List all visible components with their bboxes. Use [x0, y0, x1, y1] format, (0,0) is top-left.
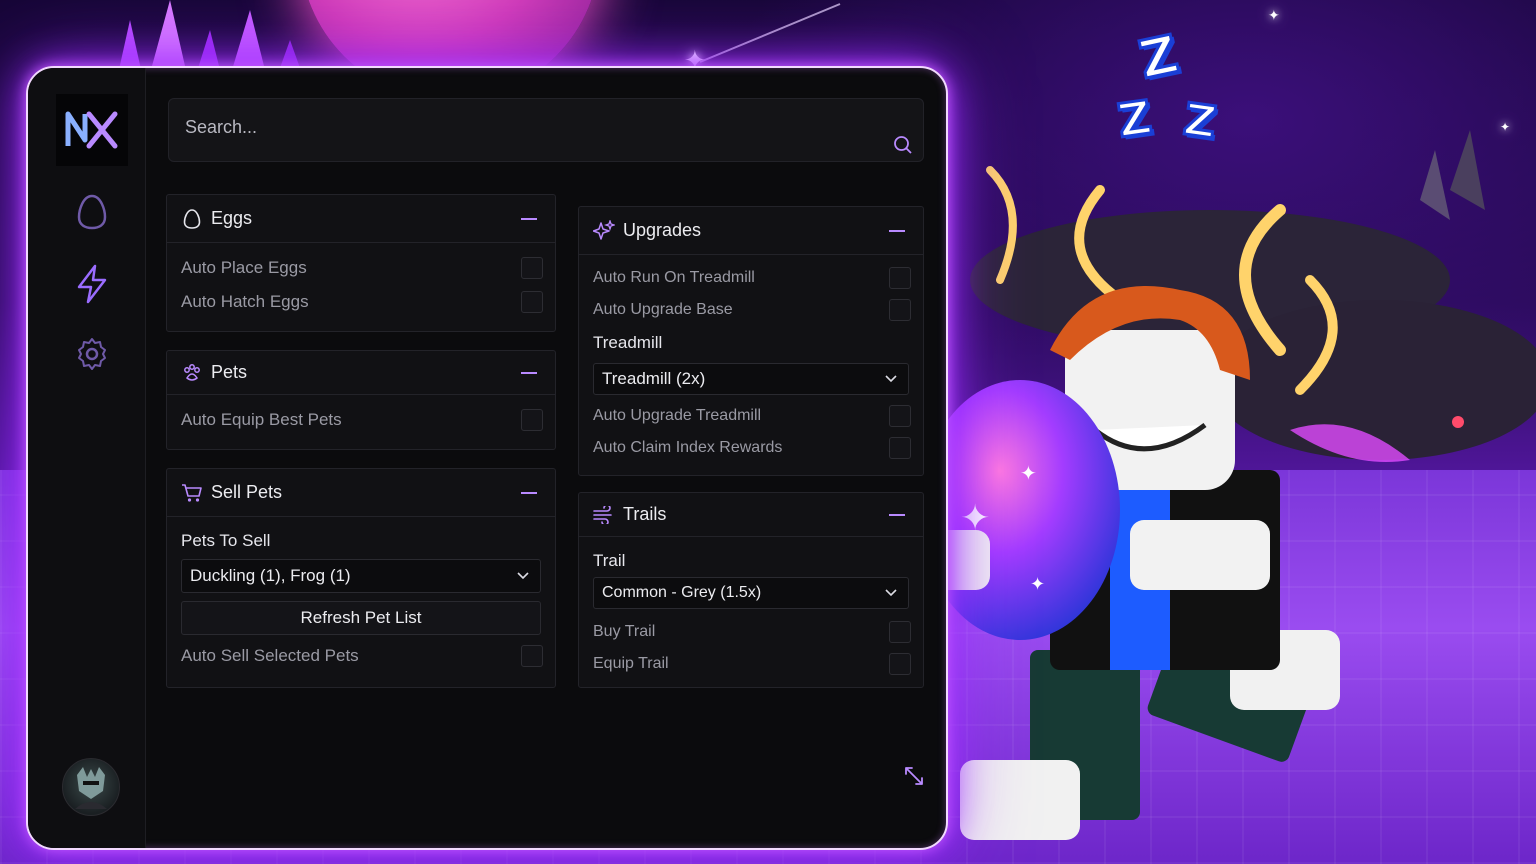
main-content: Eggs Auto Place Eggs Auto Hatch Eggs Pet… [146, 68, 946, 848]
egg-icon [181, 208, 203, 230]
lightning-icon [77, 264, 107, 304]
pets-to-sell-dropdown[interactable]: Duckling (1), Frog (1) [181, 559, 541, 593]
auto-upgrade-base-checkbox[interactable] [889, 299, 911, 321]
toggle-label: Auto Claim Index Rewards [593, 439, 783, 456]
treadmill-label: Treadmill [593, 333, 663, 352]
sparkles-icon [593, 219, 615, 242]
toggle-label: Auto Equip Best Pets [181, 410, 342, 429]
sparkle-star: ✦ [1268, 8, 1280, 24]
toggle-label: Auto Run On Treadmill [593, 269, 755, 286]
eggs-panel-title: Eggs [211, 208, 253, 228]
pets-panel: Pets Auto Equip Best Pets [166, 350, 556, 450]
script-hub-window: Eggs Auto Place Eggs Auto Hatch Eggs Pet… [26, 66, 948, 850]
upgrades-panel-header[interactable]: Upgrades [579, 207, 923, 255]
gear-icon [78, 338, 106, 370]
auto-hatch-eggs-checkbox[interactable] [521, 291, 543, 313]
refresh-pet-list-button[interactable]: Refresh Pet List [181, 601, 541, 635]
nx-logo-icon [65, 111, 118, 149]
auto-run-on-treadmill-checkbox[interactable] [889, 267, 911, 289]
toggle-label: Equip Trail [593, 655, 669, 672]
search-icon[interactable] [893, 135, 913, 159]
dropdown-value: Common - Grey (1.5x) [602, 584, 762, 601]
upgrades-panel-title: Upgrades [623, 220, 702, 240]
auto-place-eggs-checkbox[interactable] [521, 257, 543, 279]
dropdown-value: Treadmill (2x) [602, 369, 706, 388]
toggle-row[interactable]: Buy Trail [593, 619, 911, 645]
equip-trail-checkbox[interactable] [889, 653, 911, 675]
toggle-row[interactable]: Auto Place Eggs [181, 255, 543, 281]
collapse-icon[interactable] [521, 217, 537, 220]
auto-equip-best-pets-checkbox[interactable] [521, 409, 543, 431]
sidebar [28, 68, 146, 848]
treadmill-dropdown[interactable]: Treadmill (2x) [593, 363, 909, 395]
svg-text:✦: ✦ [1030, 574, 1045, 595]
dropdown-value: Duckling (1), Frog (1) [190, 566, 351, 585]
toggle-row[interactable]: Auto Claim Index Rewards [593, 435, 911, 461]
trails-panel: Trails Trail Common - Grey (1.5x) Buy Tr… [578, 492, 924, 688]
wind-icon [593, 504, 615, 526]
sidebar-item-eggs[interactable] [72, 192, 112, 232]
nx-logo [56, 94, 128, 166]
toggle-row[interactable]: Auto Hatch Eggs [181, 289, 543, 315]
toggle-label: Auto Place Eggs [181, 258, 307, 277]
search-input[interactable] [169, 99, 923, 161]
user-avatar[interactable] [62, 758, 120, 816]
toggle-label: Auto Sell Selected Pets [181, 646, 359, 665]
toggle-row[interactable]: Auto Sell Selected Pets [181, 643, 543, 669]
chevron-down-icon [885, 375, 897, 383]
toggle-row[interactable]: Auto Run On Treadmill [593, 265, 911, 291]
collapse-icon[interactable] [521, 491, 537, 494]
collapse-icon[interactable] [521, 371, 537, 374]
trail-label: Trail [593, 551, 626, 570]
roblox-character-holding-egg: ✦ ✦ ✦ [910, 286, 1340, 840]
toggle-row[interactable]: Auto Upgrade Base [593, 297, 911, 323]
trails-panel-header[interactable]: Trails [579, 493, 923, 537]
sidebar-item-settings[interactable] [72, 334, 112, 374]
toggle-label: Auto Hatch Eggs [181, 292, 309, 311]
eggs-panel: Eggs Auto Place Eggs Auto Hatch Eggs [166, 194, 556, 332]
resize-icon[interactable] [902, 764, 926, 792]
toggle-row[interactable]: Auto Upgrade Treadmill [593, 403, 911, 429]
search-bar [168, 98, 924, 162]
auto-sell-selected-pets-checkbox[interactable] [521, 645, 543, 667]
toggle-row[interactable]: Auto Equip Best Pets [181, 407, 543, 433]
egg-icon [77, 194, 107, 230]
buy-trail-checkbox[interactable] [889, 621, 911, 643]
upgrades-panel: Upgrades Auto Run On Treadmill Auto Upgr… [578, 206, 924, 476]
svg-text:✦: ✦ [1020, 461, 1037, 485]
paw-icon [181, 362, 203, 384]
toggle-label: Auto Upgrade Base [593, 301, 733, 318]
sell-pets-panel-header[interactable]: Sell Pets [167, 469, 555, 517]
sleep-z: Z [1133, 23, 1185, 93]
pets-to-sell-label: Pets To Sell [181, 531, 271, 550]
toggle-label: Auto Upgrade Treadmill [593, 407, 762, 424]
pets-panel-header[interactable]: Pets [167, 351, 555, 395]
sell-pets-panel-title: Sell Pets [211, 482, 283, 502]
chevron-down-icon [517, 572, 529, 580]
pets-panel-title: Pets [211, 362, 248, 382]
collapse-icon[interactable] [889, 229, 905, 232]
shooting-star [699, 3, 841, 63]
auto-upgrade-treadmill-checkbox[interactable] [889, 405, 911, 427]
eggs-panel-header[interactable]: Eggs [167, 195, 555, 243]
cart-icon [181, 482, 203, 504]
chevron-down-icon [885, 589, 897, 597]
collapse-icon[interactable] [889, 513, 905, 516]
sell-pets-panel: Sell Pets Pets To Sell Duckling (1), Fro… [166, 468, 556, 688]
toggle-label: Buy Trail [593, 623, 656, 640]
auto-claim-index-rewards-checkbox[interactable] [889, 437, 911, 459]
sidebar-item-upgrades[interactable] [72, 264, 112, 304]
trails-panel-title: Trails [623, 504, 667, 524]
trail-dropdown[interactable]: Common - Grey (1.5x) [593, 577, 909, 609]
toggle-row[interactable]: Equip Trail [593, 651, 911, 677]
avatar-icon [75, 767, 107, 809]
